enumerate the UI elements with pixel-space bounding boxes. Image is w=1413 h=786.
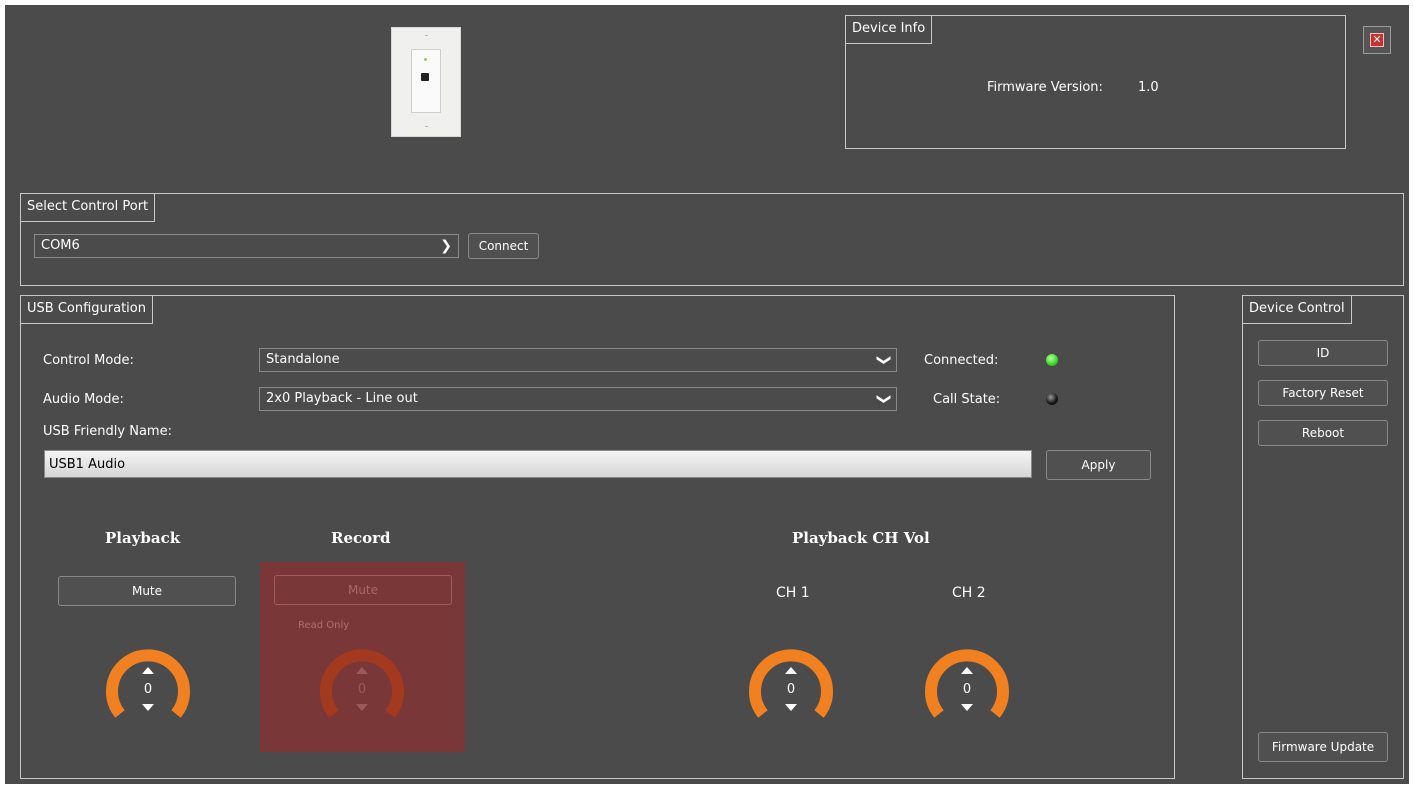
chevron-down-icon[interactable]	[961, 704, 973, 711]
call-state-led-icon	[1046, 393, 1058, 405]
device-control-panel: Device Control ID Factory Reset Reboot F…	[1242, 295, 1404, 779]
firmware-update-button[interactable]: Firmware Update	[1258, 732, 1388, 762]
chevron-down-icon[interactable]	[142, 704, 154, 711]
control-port-tab: Select Control Port	[21, 194, 156, 222]
chevron-up-icon	[356, 667, 368, 674]
connect-button[interactable]: Connect	[468, 233, 539, 259]
record-mute-button: Mute	[274, 575, 452, 605]
firmware-version-value: 1.0	[1138, 80, 1159, 95]
reboot-button[interactable]: Reboot	[1258, 420, 1388, 446]
chevron-down-icon: ❯	[876, 354, 893, 366]
id-button[interactable]: ID	[1258, 340, 1388, 366]
read-only-label: Read Only	[298, 620, 350, 631]
connected-label: Connected:	[924, 353, 999, 368]
playback-volume-knob[interactable]: 0	[103, 646, 193, 736]
chevron-down-icon	[356, 704, 368, 711]
audio-mode-label: Audio Mode:	[43, 392, 124, 407]
playback-mute-button[interactable]: Mute	[58, 576, 236, 606]
close-button[interactable]: ✕	[1363, 26, 1391, 54]
playback-title: Playback	[105, 529, 181, 547]
device-info-tab: Device Info	[846, 16, 933, 44]
chevron-up-icon[interactable]	[785, 667, 797, 674]
chevron-down-icon: ❯	[440, 238, 452, 254]
playback-ch-vol-title: Playback CH Vol	[792, 529, 930, 547]
ch1-volume-knob[interactable]: 0	[746, 646, 836, 736]
device-control-tab: Device Control	[1243, 296, 1352, 324]
ch2-volume-knob[interactable]: 0	[922, 646, 1012, 736]
ch2-label: CH 2	[952, 585, 986, 601]
usb-configuration-tab: USB Configuration	[21, 296, 153, 324]
connected-led-icon	[1046, 354, 1058, 366]
close-icon: ✕	[1370, 33, 1384, 47]
usb-configuration-panel: USB Configuration Control Mode: Standalo…	[20, 295, 1175, 779]
chevron-down-icon[interactable]	[785, 704, 797, 711]
ch1-volume-value: 0	[786, 682, 796, 697]
friendly-name-input[interactable]	[44, 450, 1032, 478]
chevron-up-icon[interactable]	[142, 667, 154, 674]
call-state-label: Call State:	[933, 392, 1001, 407]
ch2-volume-value: 0	[962, 682, 972, 697]
apply-button[interactable]: Apply	[1046, 450, 1151, 480]
device-info-panel: Device Info Firmware Version: 1.0	[845, 15, 1346, 149]
control-mode-value: Standalone	[266, 352, 340, 367]
record-volume-value: 0	[357, 682, 367, 697]
audio-mode-value: 2x0 Playback - Line out	[266, 391, 418, 406]
control-port-panel: Select Control Port COM6 ❯ Connect	[20, 193, 1404, 286]
playback-volume-value: 0	[143, 682, 153, 697]
chevron-up-icon[interactable]	[961, 667, 973, 674]
factory-reset-button[interactable]: Factory Reset	[1258, 380, 1388, 406]
control-mode-label: Control Mode:	[43, 353, 134, 368]
device-wallplate-image	[391, 27, 461, 137]
firmware-version-label: Firmware Version:	[987, 80, 1103, 95]
control-mode-select[interactable]: Standalone ❯	[259, 348, 897, 372]
record-title: Record	[331, 529, 391, 547]
record-readonly-overlay: Mute Read Only 0	[260, 562, 465, 752]
com-port-select[interactable]: COM6 ❯	[34, 234, 459, 258]
record-volume-knob: 0	[317, 646, 407, 736]
friendly-name-label: USB Friendly Name:	[43, 424, 172, 439]
ch1-label: CH 1	[776, 585, 810, 601]
chevron-down-icon: ❯	[876, 393, 893, 405]
app-window: Device Info Firmware Version: 1.0 ✕ Sele…	[5, 5, 1409, 784]
audio-mode-select[interactable]: 2x0 Playback - Line out ❯	[259, 387, 897, 411]
com-port-value: COM6	[41, 238, 80, 253]
